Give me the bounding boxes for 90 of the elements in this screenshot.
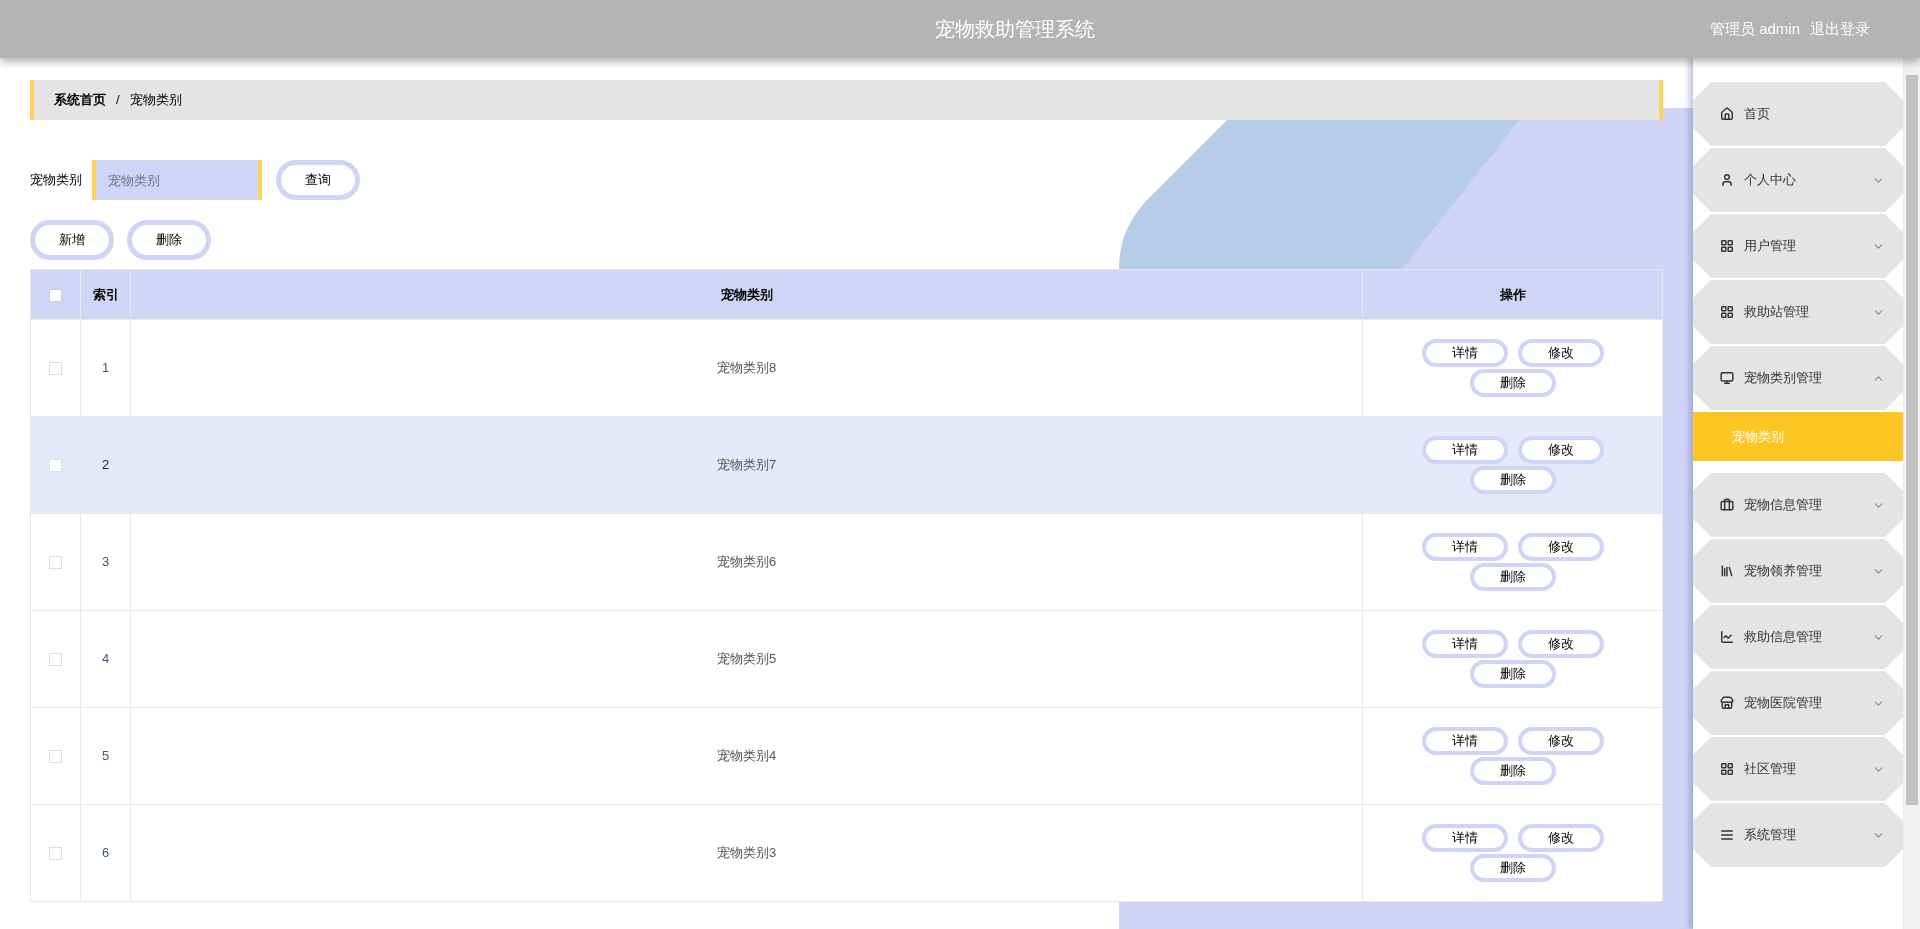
menu-label: 宠物类别管理 [1744,369,1823,388]
row-checkbox[interactable] [49,847,62,861]
briefcase-icon [1720,498,1734,512]
menu-label: 社区管理 [1744,760,1797,779]
grid-icon [1720,239,1734,253]
search-field[interactable]: 宠物类别 [92,160,262,200]
action-button[interactable]: 修改 [1517,727,1604,755]
action-button[interactable]: 删除 [1469,854,1556,882]
action-button[interactable]: 详情 [1421,824,1508,852]
breadcrumb-separator: / [116,91,120,110]
table-cell: 宠物类别6 [130,513,1363,611]
action-button[interactable]: 删除 [1469,369,1556,397]
action-button[interactable]: 修改 [1517,630,1604,658]
index-cell: 3 [80,513,131,611]
grid-icon [1720,762,1734,776]
menu-label: 系统管理 [1744,826,1797,845]
action-button[interactable]: 删除 [1469,660,1556,688]
menu-label: 用户管理 [1744,237,1797,256]
table-cell: 宠物类别3 [130,804,1363,902]
index-cell: 5 [80,707,131,805]
column-header: 操作 [1362,269,1663,320]
menu-icon [1720,828,1734,842]
menu-item[interactable]: 救助信息管理 [1693,605,1903,669]
menu-label: 宠物领养管理 [1744,562,1823,581]
table-cell: 宠物类别4 [130,707,1363,805]
column-header: 索引 [80,269,131,320]
action-button[interactable]: 修改 [1517,533,1604,561]
index-cell: 2 [80,416,131,514]
menu-label: 宠物医院管理 [1744,694,1823,713]
menu-item[interactable]: 宠物类别管理 [1693,346,1903,410]
menu-label: 首页 [1744,105,1771,124]
table-row[interactable]: 5 宠物类别4 详情 修改 删除 [30,707,1663,805]
index-cell: 6 [80,804,131,902]
index-cell: 4 [80,610,131,708]
chart-icon [1720,630,1734,644]
app-title: 宠物救助管理系统 [935,17,1095,42]
table-row[interactable]: 6 宠物类别3 详情 修改 删除 [30,804,1663,902]
table-cell: 宠物类别7 [130,416,1363,514]
menu-label: 宠物信息管理 [1744,496,1823,515]
menu-label: 个人中心 [1744,171,1797,190]
row-checkbox[interactable] [49,459,62,473]
menu-item[interactable]: 个人中心 [1693,148,1903,212]
action-button[interactable]: 详情 [1421,339,1508,367]
action-button[interactable]: 详情 [1421,630,1508,658]
menu-item[interactable]: 首页 [1693,82,1903,146]
menu-item[interactable]: 宠物信息管理 [1693,473,1903,537]
books-icon [1720,564,1734,578]
index-cell: 1 [80,319,131,417]
header-checkbox[interactable] [49,288,62,302]
house-icon [1720,107,1734,121]
monitor-icon [1720,371,1734,385]
breadcrumb-link[interactable]: 系统首页 [54,90,106,110]
row-checkbox[interactable] [49,653,62,667]
menu-item[interactable]: 用户管理 [1693,214,1903,278]
action-button[interactable]: 修改 [1517,436,1604,464]
table-cell: 宠物类别5 [130,610,1363,708]
action-button[interactable]: 详情 [1421,727,1508,755]
action-button[interactable]: 删除 [1469,757,1556,785]
action-button[interactable]: 修改 [1517,824,1604,852]
menu-item[interactable]: 救助站管理 [1693,280,1903,344]
person-icon [1720,173,1734,187]
table-row[interactable]: 4 宠物类别5 详情 修改 删除 [30,610,1663,708]
menu-label: 救助信息管理 [1744,628,1823,647]
menu-item[interactable]: 宠物医院管理 [1693,671,1903,735]
scrollbar[interactable] [1903,58,1920,929]
action-button[interactable]: 详情 [1421,533,1508,561]
action-button[interactable]: 删除 [1469,563,1556,591]
row-checkbox[interactable] [49,362,62,376]
search-button[interactable]: 查询 [276,160,360,200]
user-label: 管理员 admin [1709,18,1800,39]
store-icon [1720,696,1734,710]
menu-item[interactable]: 系统管理 [1693,803,1903,867]
table-row[interactable]: 2 宠物类别7 详情 修改 删除 [30,416,1663,514]
breadcrumb-current: 宠物类别 [129,91,182,110]
add-button[interactable]: 新增 [30,220,114,260]
search-label: 宠物类别 [30,171,82,190]
row-checkbox[interactable] [49,556,62,570]
grid-icon [1720,305,1734,319]
table-cell: 宠物类别8 [130,319,1363,417]
delete-button[interactable]: 删除 [127,220,211,260]
column-header: 宠物类别 [130,269,1363,320]
menu-item[interactable]: 宠物领养管理 [1693,539,1903,603]
menu-label: 救助站管理 [1744,303,1810,322]
action-button[interactable]: 删除 [1469,466,1556,494]
action-button[interactable]: 修改 [1517,339,1604,367]
row-checkbox[interactable] [49,750,62,764]
table-row[interactable]: 1 宠物类别8 详情 修改 删除 [30,319,1663,417]
menu-item[interactable]: 社区管理 [1693,737,1903,801]
table-row[interactable]: 3 宠物类别6 详情 修改 删除 [30,513,1663,611]
action-button[interactable]: 详情 [1421,436,1508,464]
